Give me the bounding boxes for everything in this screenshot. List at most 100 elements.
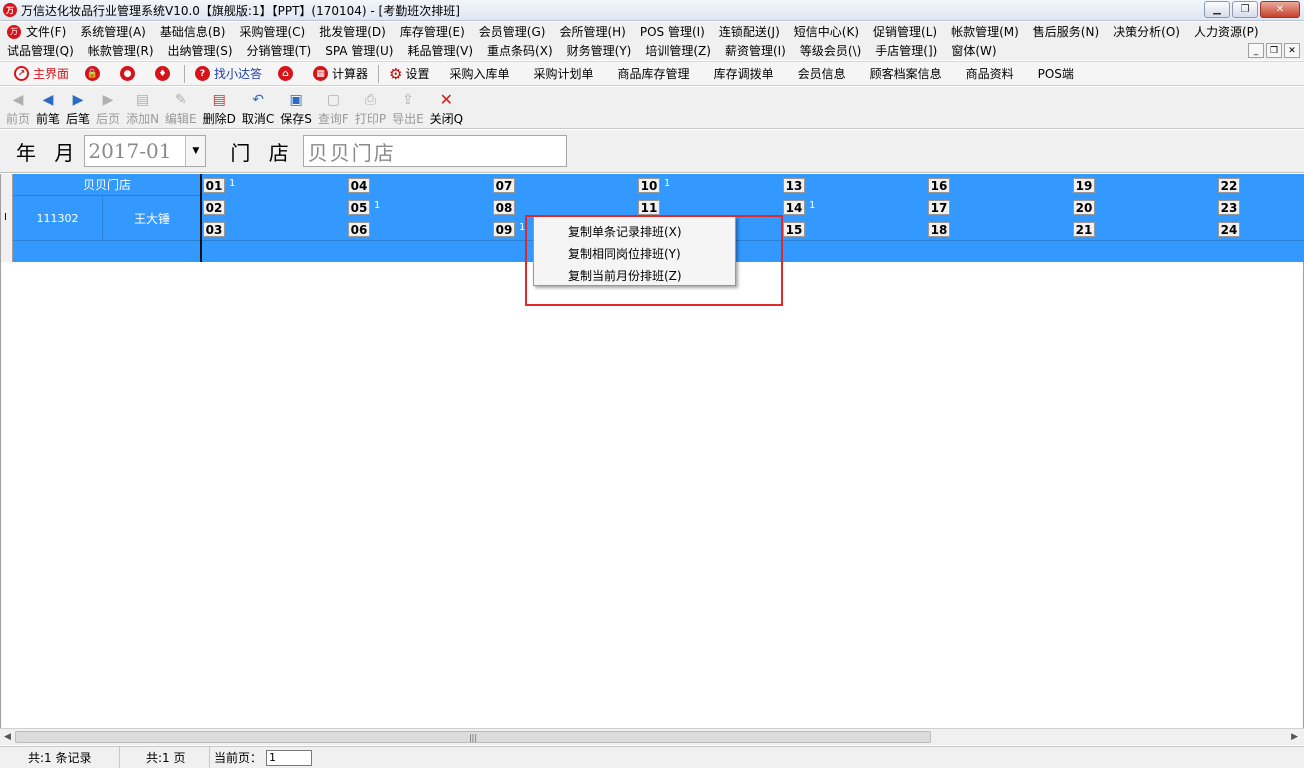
current-page-input[interactable]: 1	[266, 749, 313, 766]
house-button[interactable]: ⌂	[270, 66, 305, 81]
action-button[interactable]: ▶ 后笔	[66, 87, 90, 127]
action-button[interactable]: ◀ 前页	[6, 87, 30, 127]
day-cell[interactable]: 23	[1217, 196, 1304, 218]
quick-link[interactable]: 会员信息	[786, 65, 858, 82]
lock-button[interactable]: 🔒	[77, 66, 112, 81]
menu-item[interactable]: 会所管理(H)	[552, 23, 632, 40]
day-cell[interactable]: 03	[202, 218, 347, 240]
scroll-left-icon[interactable]: ◀	[4, 732, 11, 742]
menu-item[interactable]: 手店管理(])	[868, 42, 944, 59]
day-cell[interactable]: 13	[782, 174, 927, 196]
quick-links: 采购入库单 采购计划单 商品库存管理 库存调拨单 会员信息 顾客档案信息 商品资料 POS端	[438, 65, 1086, 82]
scrollbar-thumb[interactable]: |||	[15, 731, 931, 743]
day-cell[interactable]: 04	[347, 174, 492, 196]
menu-item[interactable]: 帐款管理(R)	[81, 42, 161, 59]
menu-item[interactable]: 系统管理(A)	[73, 23, 153, 40]
home-button[interactable]: ↗ 主界面	[0, 65, 77, 82]
find-assistant-button[interactable]: ? 找小达答	[187, 65, 270, 82]
menu-item[interactable]: 售后服务(N)	[1026, 23, 1106, 40]
menu-item[interactable]: 人力资源(P)	[1187, 23, 1266, 40]
menu-item[interactable]: 文件(F)	[26, 23, 73, 40]
menu-item[interactable]: 决策分析(O)	[1106, 23, 1187, 40]
restore-button[interactable]: ❐	[1232, 1, 1258, 18]
menu-item[interactable]: POS 管理(I)	[633, 23, 712, 40]
row-indicator[interactable]: I	[1, 174, 13, 262]
day-cell[interactable]: 16	[927, 174, 1072, 196]
day-cell[interactable]: 10 1	[637, 174, 782, 196]
context-menu-item[interactable]: 复制当前月份排班(Z)	[534, 264, 735, 286]
day-cell[interactable]: 08	[492, 196, 637, 218]
menu-item[interactable]: 窗体(W)	[944, 42, 1003, 59]
action-button[interactable]: ⎙ 打印P	[355, 87, 386, 127]
quick-link[interactable]: POS端	[1026, 65, 1086, 82]
day-cell[interactable]: 22	[1217, 174, 1304, 196]
mdi-minimize-button[interactable]: _	[1248, 43, 1264, 58]
menu-item[interactable]: SPA 管理(U)	[318, 42, 400, 59]
day-cell[interactable]: 11	[637, 196, 782, 218]
quick-link[interactable]: 商品库存管理	[606, 65, 702, 82]
minimize-button[interactable]: ▁	[1204, 1, 1230, 18]
month-select[interactable]: 2017-01 ▼	[84, 135, 207, 167]
day-cell[interactable]: 20	[1072, 196, 1217, 218]
action-button[interactable]: ▣ 保存S	[280, 87, 312, 127]
day-cell[interactable]: 01 1	[202, 174, 347, 196]
quick-link[interactable]: 库存调拨单	[702, 65, 786, 82]
scroll-right-icon[interactable]: ▶	[1291, 732, 1298, 742]
menu-item[interactable]: 培训管理(Z)	[638, 42, 718, 59]
action-button[interactable]: ✕ 关闭Q	[430, 87, 463, 127]
menu-item[interactable]: 会员管理(G)	[472, 23, 553, 40]
menu-item[interactable]: 连锁配送(J)	[712, 23, 787, 40]
employee-row[interactable]: 111302 王大锤	[13, 196, 201, 240]
mdi-restore-button[interactable]: ❐	[1266, 43, 1282, 58]
horizontal-scrollbar[interactable]: ◀ ||| ▶	[0, 728, 1304, 745]
tip-button[interactable]: ♦	[147, 66, 182, 81]
menu-item[interactable]: 薪资管理(I)	[718, 42, 793, 59]
quick-link[interactable]: 采购入库单	[438, 65, 522, 82]
day-cell[interactable]: 19	[1072, 174, 1217, 196]
quick-link[interactable]: 商品资料	[954, 65, 1026, 82]
day-cell[interactable]: 05 1	[347, 196, 492, 218]
menu-item[interactable]: 采购管理(C)	[232, 23, 312, 40]
mdi-close-button[interactable]: ✕	[1284, 43, 1300, 58]
day-cell[interactable]: 07	[492, 174, 637, 196]
action-button[interactable]: ▢ 查询F	[318, 87, 349, 127]
menu-item[interactable]: 出纳管理(S)	[161, 42, 240, 59]
chat-button[interactable]: ●	[112, 66, 147, 81]
action-button[interactable]: ▤ 添加N	[126, 87, 159, 127]
day-cell[interactable]: 17	[927, 196, 1072, 218]
quick-link[interactable]: 顾客档案信息	[858, 65, 954, 82]
day-cell[interactable]: 15	[782, 218, 927, 240]
menu-item[interactable]: 帐款管理(M)	[944, 23, 1026, 40]
menu-item[interactable]: 库存管理(E)	[393, 23, 472, 40]
quick-link[interactable]: 采购计划单	[522, 65, 606, 82]
menu-item[interactable]: 重点条码(X)	[480, 42, 560, 59]
context-menu-item[interactable]: 复制单条记录排班(X)	[534, 220, 735, 242]
menu-item[interactable]: 短信中心(K)	[787, 23, 866, 40]
action-button[interactable]: ✎ 编辑E	[165, 87, 197, 127]
day-cell[interactable]: 18	[927, 218, 1072, 240]
menu-item[interactable]: 基础信息(B)	[153, 23, 233, 40]
action-button[interactable]: ▶ 后页	[96, 87, 120, 127]
chevron-down-icon[interactable]: ▼	[185, 136, 206, 166]
window-close-button[interactable]: ✕	[1260, 1, 1300, 18]
action-button[interactable]: ◀ 前笔	[36, 87, 60, 127]
menu-item[interactable]: 批发管理(D)	[312, 23, 393, 40]
menu-item[interactable]: 试品管理(Q)	[7, 42, 81, 59]
menu-item[interactable]: 耗品管理(V)	[400, 42, 480, 59]
day-cell[interactable]: 06	[347, 218, 492, 240]
settings-button[interactable]: ⚙ 设置	[381, 65, 437, 83]
day-cell[interactable]: 02	[202, 196, 347, 218]
calculator-button[interactable]: ▦ 计算器	[305, 65, 376, 82]
action-button[interactable]: ▤ 删除D	[203, 87, 236, 127]
day-cell[interactable]: 21	[1072, 218, 1217, 240]
day-cell[interactable]: 14 1	[782, 196, 927, 218]
menu-item[interactable]: 分销管理(T)	[240, 42, 319, 59]
menu-item[interactable]: 等级会员(\)	[793, 42, 868, 59]
day-cell[interactable]: 24	[1217, 218, 1304, 240]
menu-item[interactable]: 促销管理(L)	[866, 23, 944, 40]
menu-item[interactable]: 财务管理(Y)	[560, 42, 639, 59]
action-button[interactable]: ⇪ 导出E	[392, 87, 424, 127]
action-button[interactable]: ↶ 取消C	[242, 87, 274, 127]
context-menu-item[interactable]: 复制相同岗位排班(Y)	[534, 242, 735, 264]
store-input[interactable]: 贝贝门店	[302, 135, 567, 167]
